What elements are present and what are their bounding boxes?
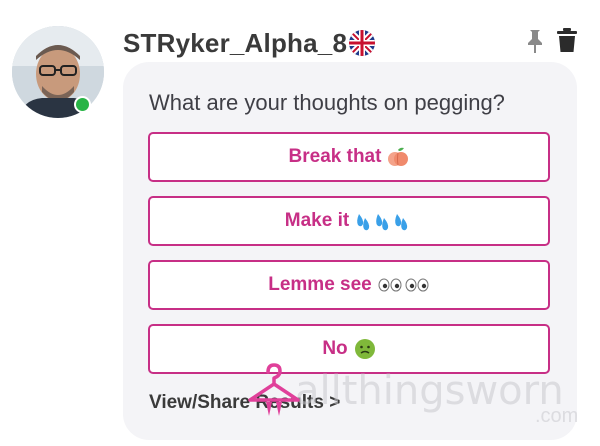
nauseated-face-icon — [354, 338, 376, 360]
username[interactable]: STRyker_Alpha_8 — [123, 28, 347, 59]
peach-icon — [387, 146, 409, 168]
trash-icon[interactable] — [556, 27, 578, 53]
sweat-droplets-icon — [355, 210, 413, 232]
uk-flag-icon — [349, 30, 375, 56]
poll-option-no[interactable]: No — [148, 324, 550, 374]
poll-option-label: Lemme see — [268, 274, 372, 295]
poll-option-break-that[interactable]: Break that — [148, 132, 550, 182]
online-status-dot — [74, 96, 91, 113]
poll-option-lemme-see[interactable]: Lemme see — [148, 260, 550, 310]
poll-question: What are your thoughts on pegging? — [149, 90, 505, 115]
poll-option-label: Make it — [284, 210, 350, 231]
poll-option-make-it[interactable]: Make it — [148, 196, 550, 246]
poll-option-label: No — [322, 338, 348, 359]
view-share-results-link[interactable]: View/Share Results > — [149, 392, 340, 414]
poll-post: STRyker_Alpha_8 What are your thoughts o… — [0, 0, 600, 446]
pin-icon[interactable] — [525, 28, 545, 54]
poll-option-label: Break that — [288, 146, 382, 167]
poll-card — [123, 62, 577, 440]
eyes-icon — [378, 277, 430, 293]
